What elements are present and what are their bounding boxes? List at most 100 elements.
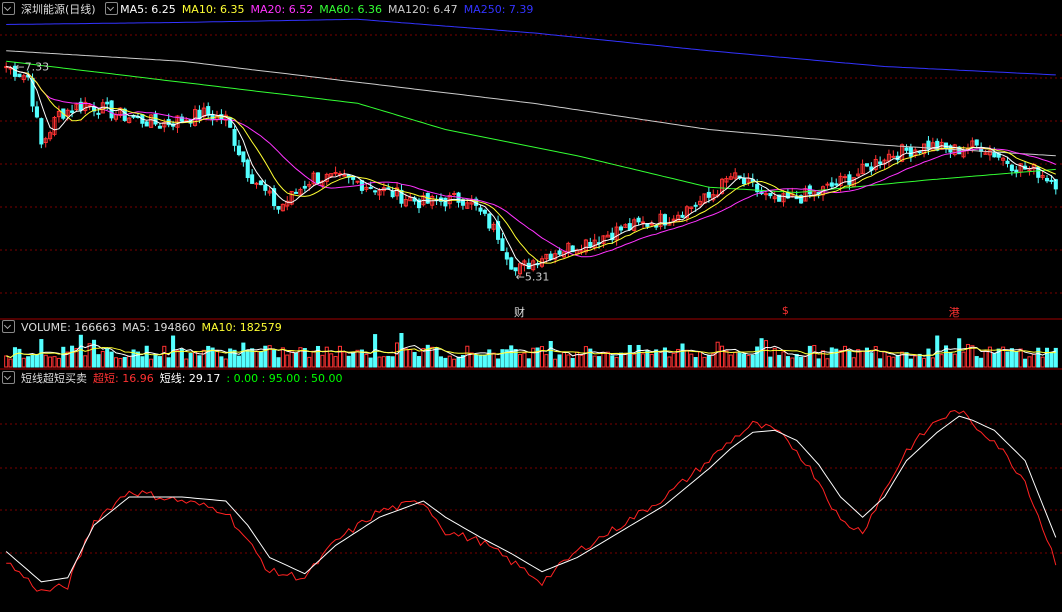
candle-body [70,110,75,113]
candle-body [258,180,263,186]
candle-body [373,190,378,193]
candle-body [974,139,979,146]
candle-body [904,147,909,151]
volume-label: VOLUME: 166663 [21,321,117,334]
ma120-line [6,50,1056,157]
volume-bar [750,354,755,368]
candle-body [636,217,641,223]
volume-bar [474,354,479,368]
volume-bar [777,354,782,368]
volume-panel-header: VOLUME: 166663 MA5: 194860 MA10: 182579 [2,320,288,334]
candle-body [351,176,356,180]
volume-bar [1014,351,1019,368]
volume-bar [605,351,610,368]
candle-body [276,206,281,210]
volume-bar [162,345,167,368]
candle-body [17,73,22,78]
volume-bar [487,349,492,368]
volume-bar [1023,358,1028,368]
candle-body [250,174,255,184]
event-marker[interactable]: $ [782,304,789,317]
volume-bar [961,351,966,368]
volume-bar [285,354,290,368]
volume-bar [100,350,105,368]
volume-bar [241,342,246,368]
volume-bar [922,357,927,368]
volume-bar [280,347,285,368]
volume-bar [272,349,277,368]
volume-bar [917,353,922,368]
volume-bar [816,358,821,368]
volume-bar [258,351,263,368]
volume-bar [522,352,527,368]
volume-bar [930,357,935,368]
volume-bar [294,352,299,368]
volume-bar [1040,356,1045,368]
volume-bar [706,355,711,368]
volume-bar [351,352,356,368]
volume-bar [452,358,457,368]
volume-bar [377,356,382,368]
volume-bar [368,357,373,368]
volume-bar [724,350,729,368]
volume-bar [531,347,536,368]
volume-bar [122,356,127,368]
volume-bar [698,351,703,368]
candle-body [368,186,373,189]
volume-bar [157,356,162,368]
volume-bar [781,351,786,368]
volume-bar [680,343,685,368]
volume-bar [12,347,18,368]
volume-bar [834,348,839,368]
stock-chart[interactable]: ←7.33 ←5.31 [0,0,1062,612]
volume-bar [346,355,351,368]
volume-bar [206,345,211,368]
candle-body [478,207,483,212]
candle-body [1053,179,1058,190]
candle-body [1049,179,1054,182]
candle-body [1044,177,1050,182]
volume-bar [741,353,747,368]
candle-body [487,213,492,229]
volume-bar [386,355,391,368]
volume-bar [755,346,760,368]
candle-body [105,101,110,105]
ma120-label: MA120: 6.47 [387,3,458,16]
volume-bar [829,347,834,368]
candle-body [847,174,852,185]
volume-bar [61,346,66,368]
ma10-label: MA10: 6.35 [181,3,245,16]
chevron-down-icon[interactable] [105,2,119,15]
volume-bar [219,356,224,368]
volume-bar [869,352,874,368]
volume-bar [149,358,154,368]
volume-bar [983,350,988,368]
chevron-down-icon[interactable] [2,320,15,333]
volume-bar [184,358,189,368]
volume-bar [895,354,900,368]
candle-body [157,125,162,129]
volume-bar [1018,348,1023,368]
volume-bar [315,345,321,368]
chevron-down-icon[interactable] [2,2,15,15]
candle-body [763,193,768,196]
volume-bar [992,353,997,368]
event-marker[interactable]: 财 [514,304,525,320]
volume-bar [715,341,720,368]
volume-bar [342,351,347,368]
candle-body [144,121,149,127]
volume-ma5-label: MA5: 194860 [122,321,196,334]
volume-bar [140,356,145,368]
volume-bar [553,358,558,368]
volume-bar [970,345,975,368]
volume-bar [842,345,848,368]
chevron-down-icon[interactable] [2,371,15,384]
volume-bar [737,352,742,368]
event-marker[interactable]: 港 [949,304,960,320]
volume-bar [579,354,584,368]
volume-bar [109,351,114,368]
volume-bar [645,350,650,368]
candle-body [254,182,259,185]
chaoduan-line [6,409,1057,592]
volume-bar [926,348,931,368]
